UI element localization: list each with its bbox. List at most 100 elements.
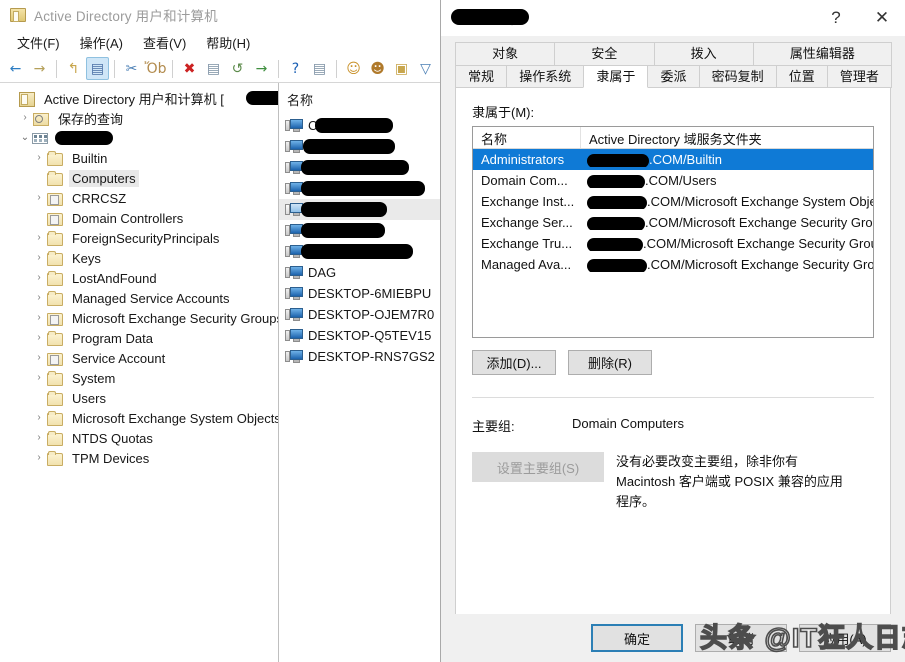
chevron-right-icon[interactable]: › xyxy=(32,313,46,323)
table-row[interactable]: Domain Com... .COM/Users xyxy=(473,170,873,191)
properties-icon[interactable]: ▤ xyxy=(202,57,225,80)
filter-icon[interactable]: ▽ xyxy=(414,57,437,80)
tree-node-domain[interactable]: ⌄Z.COM xyxy=(0,128,278,148)
list-item[interactable] xyxy=(279,178,440,199)
forward-icon[interactable]: → xyxy=(28,57,51,80)
add-button[interactable]: 添加(D)... xyxy=(472,350,556,375)
delete-icon[interactable]: ✖ xyxy=(178,57,201,80)
chevron-right-icon[interactable]: › xyxy=(32,413,46,423)
chevron-right-icon[interactable]: › xyxy=(32,153,46,163)
list-item[interactable]: 91 xyxy=(279,157,440,178)
member-of-column-name[interactable]: 名称 xyxy=(473,127,581,148)
chevron-right-icon[interactable]: › xyxy=(32,373,46,383)
cut-icon[interactable]: ✂ xyxy=(120,57,143,80)
list-item[interactable]: EX01 xyxy=(279,199,440,220)
console-tree-pane[interactable]: Active Directory 用户和计算机 [› 保存的查询⌄Z.COM › Bu… xyxy=(0,83,279,662)
tree-node-service-account[interactable]: › Service Account xyxy=(0,348,278,368)
new-group-icon[interactable]: ☻ xyxy=(366,57,389,80)
chevron-right-icon[interactable]: › xyxy=(32,293,46,303)
member-of-listview[interactable]: 名称 Active Directory 域服务文件夹 Administrator… xyxy=(472,126,874,338)
tab-location[interactable]: 位置 xyxy=(775,65,828,88)
tab-general[interactable]: 常规 xyxy=(455,65,508,88)
list-item[interactable]: DESKTOP-RNS7GS2 xyxy=(279,346,440,367)
tab-delegation[interactable]: 委派 xyxy=(647,65,700,88)
ok-button[interactable]: 确定 xyxy=(591,624,683,652)
list-item[interactable]: CITRIXDD xyxy=(279,115,440,136)
redaction-bar xyxy=(55,131,113,145)
list-item[interactable]: DESKTOP-OJEM7R0 xyxy=(279,304,440,325)
tree-node-system[interactable]: › System xyxy=(0,368,278,388)
member-of-column-folder[interactable]: Active Directory 域服务文件夹 xyxy=(581,127,873,148)
chevron-right-icon[interactable]: › xyxy=(32,353,46,363)
tree-node-foreignsecurityprincipals[interactable]: › ForeignSecurityPrincipals xyxy=(0,228,278,248)
tree-node-users[interactable]: Users xyxy=(0,388,278,408)
tree-node-ntds-quotas[interactable]: › NTDS Quotas xyxy=(0,428,278,448)
tree-node-builtin[interactable]: › Builtin xyxy=(0,148,278,168)
refresh-icon-glyph: ↺ xyxy=(231,60,244,77)
menu-action[interactable]: 操作(A) xyxy=(71,30,132,55)
tree-node-managed-service-accounts[interactable]: › Managed Service Accounts xyxy=(0,288,278,308)
tab-managed-by[interactable]: 管理者 xyxy=(826,65,892,88)
tree-node-tpm-devices[interactable]: › TPM Devices xyxy=(0,448,278,468)
paste-icon[interactable]: Ὄb xyxy=(144,57,167,80)
refresh-icon[interactable]: ↺ xyxy=(226,57,249,80)
chevron-right-icon[interactable]: › xyxy=(32,273,46,283)
list-column-header-name[interactable]: 名称 xyxy=(279,88,440,115)
table-row[interactable]: Exchange Inst... .COM/Microsoft Exchange … xyxy=(473,191,873,212)
menu-help[interactable]: 帮助(H) xyxy=(197,30,259,55)
close-icon[interactable]: ✕ xyxy=(859,0,905,36)
tree-node-root[interactable]: Active Directory 用户和计算机 [ xyxy=(0,88,278,108)
menu-view[interactable]: 查看(V) xyxy=(134,30,195,55)
tab-attribute-editor[interactable]: 属性编辑器 xyxy=(752,42,892,65)
export-list-icon[interactable]: → xyxy=(250,57,273,80)
tree-node-msexch-security-groups[interactable]: › Microsoft Exchange Security Groups xyxy=(0,308,278,328)
new-ou-icon[interactable]: ▣ xyxy=(390,57,413,80)
table-row[interactable]: Exchange Tru... .COM/Microsoft Exchange S… xyxy=(473,233,873,254)
tab-password-replication[interactable]: 密码复制 xyxy=(698,65,777,88)
help-icon[interactable]: ? xyxy=(284,57,307,80)
tree-node-domain-controllers[interactable]: Domain Controllers xyxy=(0,208,278,228)
chevron-right-icon[interactable]: › xyxy=(32,453,46,463)
member-of-name: Administrators xyxy=(481,152,565,167)
list-item[interactable]: EX02 xyxy=(279,220,440,241)
tree-node-computers[interactable]: Computers xyxy=(0,168,278,188)
tree-node-msexch-system-objects[interactable]: › Microsoft Exchange System Objects xyxy=(0,408,278,428)
chevron-right-icon[interactable]: › xyxy=(32,253,46,263)
tab-dialin[interactable]: 拨入 xyxy=(653,42,754,65)
tab-member-of[interactable]: 隶属于 xyxy=(583,65,649,88)
tab-security[interactable]: 安全 xyxy=(554,42,655,65)
chevron-right-icon[interactable]: › xyxy=(32,233,46,243)
up-one-level-icon[interactable]: ↰ xyxy=(62,57,85,80)
table-row[interactable]: Managed Ava... .COM/Microsoft Exchange Se… xyxy=(473,254,873,275)
list-item[interactable]: 01 xyxy=(279,136,440,157)
table-row[interactable]: Administrators .COM/Builtin xyxy=(473,149,873,170)
find-icon[interactable]: ⌕ xyxy=(438,57,440,80)
remove-button[interactable]: 删除(R) xyxy=(568,350,652,375)
chevron-right-icon[interactable]: › xyxy=(32,433,46,443)
table-row[interactable]: Exchange Ser... .COM/Microsoft Exchange S… xyxy=(473,212,873,233)
tree-node-keys[interactable]: › Keys xyxy=(0,248,278,268)
tree-node-program-data[interactable]: › Program Data xyxy=(0,328,278,348)
new-user-icon[interactable]: ☺ xyxy=(342,57,365,80)
chevron-right-icon[interactable]: › xyxy=(32,193,46,203)
menu-file[interactable]: 文件(F) xyxy=(8,30,69,55)
show-tree-icon[interactable]: ▤ xyxy=(308,57,331,80)
show-hide-tree-icon[interactable]: ▤ xyxy=(86,57,109,80)
tree-node-lostandfound[interactable]: › LostAndFound xyxy=(0,268,278,288)
tree-node-saved-queries[interactable]: › 保存的查询 xyxy=(0,108,278,128)
chevron-down-icon[interactable]: ⌄ xyxy=(18,133,32,143)
list-item[interactable]: DAG xyxy=(279,262,440,283)
objects-list-pane[interactable]: 名称 CITRIXDD0191 EX01EX02 DAG DESKTOP-6MIEBP… xyxy=(279,83,440,662)
list-item[interactable] xyxy=(279,241,440,262)
cancel-button[interactable]: 取消 xyxy=(695,624,787,652)
list-item[interactable]: DESKTOP-6MIEBPU xyxy=(279,283,440,304)
chevron-right-icon[interactable]: › xyxy=(32,333,46,343)
tab-object[interactable]: 对象 xyxy=(455,42,556,65)
list-item[interactable]: DESKTOP-Q5TEV15 xyxy=(279,325,440,346)
help-icon[interactable]: ? xyxy=(813,0,859,36)
apply-button[interactable]: 应用(A) xyxy=(799,624,891,652)
tab-operating-system[interactable]: 操作系统 xyxy=(506,65,585,88)
chevron-right-icon[interactable]: › xyxy=(18,113,32,123)
tree-node-crrcsz[interactable]: › CRRCSZ xyxy=(0,188,278,208)
back-icon[interactable]: ← xyxy=(4,57,27,80)
